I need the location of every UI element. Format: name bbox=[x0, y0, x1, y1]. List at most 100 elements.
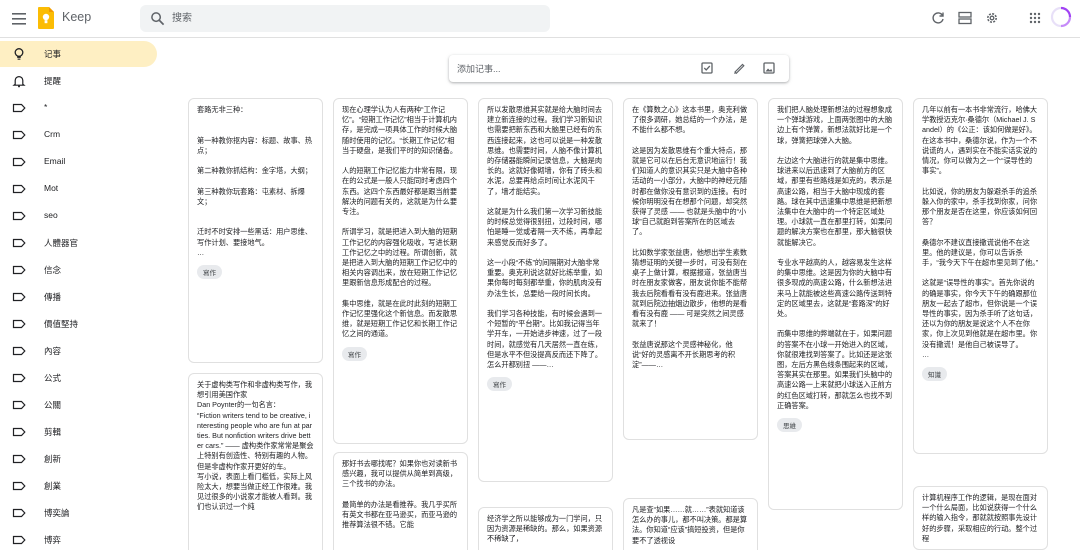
sidebar-item-label: 公式 bbox=[44, 373, 62, 383]
lightbulb-icon bbox=[14, 48, 24, 60]
sidebar-item-label: 價值堅持 bbox=[44, 319, 79, 329]
take-note-bar[interactable] bbox=[449, 55, 789, 82]
profile-avatar[interactable] bbox=[1050, 6, 1072, 28]
settings-button[interactable] bbox=[982, 8, 1002, 28]
label-icon bbox=[12, 400, 26, 410]
sidebar-item-label-innovation[interactable]: 創新 bbox=[0, 446, 157, 472]
note-label-chip[interactable]: 知識 bbox=[922, 367, 947, 382]
apps-button[interactable] bbox=[1025, 8, 1045, 28]
label-icon bbox=[12, 130, 26, 140]
sidebar-item-label: Crm bbox=[44, 129, 61, 139]
sidebar-item-reminders[interactable]: 提醒 bbox=[0, 68, 157, 94]
note-body: 关于虚构类写作和非虚构类写作，我想引用美国作家 Dan Poynter的一句名言… bbox=[197, 380, 314, 512]
label-icon bbox=[12, 184, 26, 194]
note-body: 那好书去哪找呢？如果你也对读新书感兴趣，我可以提供从简单到高级，三个找书的办法。… bbox=[342, 459, 458, 530]
sidebar-item-label: 记事 bbox=[44, 49, 62, 59]
sidebar-item-label-game-theory[interactable]: 博奕論 bbox=[0, 500, 157, 526]
sidebar-item-label-belief[interactable]: 信念 bbox=[0, 257, 157, 283]
note-label-chip[interactable]: 寫作 bbox=[487, 377, 512, 392]
label-icon bbox=[12, 211, 26, 221]
refresh-icon bbox=[932, 12, 944, 24]
search-input[interactable] bbox=[172, 9, 532, 28]
sidebar: 记事 提醒 * Crm Email Mot seo 人體器官 信念 傳播 價值堅… bbox=[0, 39, 165, 550]
note-body: 经济学之所以能够成为一门学问，只因为资源是稀缺的。那么，如果资源不稀缺了， bbox=[487, 514, 603, 544]
note-label-chip[interactable]: 寫作 bbox=[342, 346, 367, 361]
take-note-input[interactable] bbox=[457, 61, 677, 76]
note-body: 凡是查“如果……就……”表就知道该怎么办的事儿，都不叫决策。都是算法。你知道“应… bbox=[632, 505, 748, 545]
note-body: 所以发散思维其实就是给大脑时间去建立新连接的过程。我们学习新知识也需要把新东西和… bbox=[487, 105, 603, 370]
note-label-chip[interactable]: 寫作 bbox=[197, 265, 222, 280]
list-view-icon bbox=[958, 11, 972, 25]
note-card[interactable]: 经济学之所以能够成为一门学问，只因为资源是稀缺的。那么，如果资源不稀缺了， bbox=[478, 507, 613, 550]
sidebar-item-label-organs[interactable]: 人體器官 bbox=[0, 230, 157, 256]
brush-icon[interactable] bbox=[732, 61, 746, 75]
sidebar-item-label: 剪輯 bbox=[44, 427, 62, 437]
sidebar-item-label-mot[interactable]: Mot bbox=[0, 176, 157, 202]
note-card[interactable]: 所以发散思维其实就是给大脑时间去建立新连接的过程。我们学习新知识也需要把新东西和… bbox=[478, 98, 613, 482]
apps-grid-icon bbox=[1029, 12, 1041, 24]
label-icon bbox=[12, 157, 26, 167]
sidebar-item-label: 創業 bbox=[44, 481, 62, 491]
note-body: 我们把人脑处理新想法的过程想象成一个弹球游戏，上面两张图中的大脑边上有个弹簧，新… bbox=[777, 105, 893, 410]
label-icon bbox=[12, 454, 26, 464]
sidebar-item-label: 博奕論 bbox=[44, 508, 70, 518]
sidebar-item-label-startup[interactable]: 創業 bbox=[0, 473, 157, 499]
sidebar-item-label-spread[interactable]: 傳播 bbox=[0, 284, 157, 310]
list-view-button[interactable] bbox=[955, 8, 975, 28]
note-card[interactable]: 几年以前有一本书非常流行，哈佛大学教授迈克尔·桑德尔（Michael J. Sa… bbox=[913, 98, 1048, 454]
sidebar-item-label-email[interactable]: Email bbox=[0, 149, 157, 175]
sidebar-item-label: 內容 bbox=[44, 346, 62, 356]
image-icon[interactable] bbox=[762, 61, 776, 75]
search-icon[interactable] bbox=[150, 11, 165, 26]
note-card[interactable]: 那好书去哪找呢？如果你也对读新书感兴趣，我可以提供从简单到高级，三个找书的办法。… bbox=[333, 452, 468, 550]
note-label-chip[interactable]: 思維 bbox=[777, 418, 802, 433]
sidebar-item-label-seo[interactable]: seo bbox=[0, 203, 157, 229]
sidebar-item-label-star[interactable]: * bbox=[0, 95, 157, 121]
sidebar-item-label: 創新 bbox=[44, 454, 62, 464]
label-icon bbox=[12, 373, 26, 383]
menu-icon bbox=[12, 13, 26, 25]
label-icon bbox=[12, 481, 26, 491]
refresh-button[interactable] bbox=[928, 8, 948, 28]
note-card[interactable]: 计算机程序工作的逻辑，是现在面对一个什么局面，比如说获得一个什么样的输入指令，那… bbox=[913, 486, 1048, 550]
sidebar-item-label-pr[interactable]: 公關 bbox=[0, 392, 157, 418]
sidebar-item-label-formula[interactable]: 公式 bbox=[0, 365, 157, 391]
note-card[interactable]: 我们把人脑处理新想法的过程想象成一个弹球游戏，上面两张图中的大脑边上有个弹簧，新… bbox=[768, 98, 903, 510]
app-name: Keep bbox=[62, 10, 92, 24]
sidebar-item-label: 信念 bbox=[44, 265, 62, 275]
checkbox-icon[interactable] bbox=[700, 61, 714, 75]
note-body: 现在心理学认为人有两种“工作记忆”。“短期工作记忆”相当于计算机内存，是完成一项… bbox=[342, 105, 458, 339]
note-body: 几年以前有一本书非常流行，哈佛大学教授迈克尔·桑德尔（Michael J. Sa… bbox=[922, 105, 1039, 359]
label-icon bbox=[12, 319, 26, 329]
label-icon bbox=[12, 508, 26, 518]
note-body: 计算机程序工作的逻辑，是现在面对一个什么局面，比如说获得一个什么样的输入指令，那… bbox=[922, 493, 1038, 543]
sidebar-item-label: Mot bbox=[44, 183, 59, 193]
sidebar-item-label: 人體器官 bbox=[44, 238, 79, 248]
note-card[interactable]: 现在心理学认为人有两种“工作记忆”。“短期工作记忆”相当于计算机内存，是完成一项… bbox=[333, 98, 468, 444]
sidebar-item-label: 公關 bbox=[44, 400, 62, 410]
sidebar-item-label-values[interactable]: 價值堅持 bbox=[0, 311, 157, 337]
note-card[interactable]: 在《算数之心》这本书里，奥克利做了很多调研，她总结的一个办法，是不能什么都不想。… bbox=[623, 98, 758, 440]
sidebar-item-label-content[interactable]: 內容 bbox=[0, 338, 157, 364]
search-bar[interactable] bbox=[140, 5, 550, 32]
sidebar-item-label: seo bbox=[44, 210, 58, 220]
note-body: 在《算数之心》这本书里，奥克利做了很多调研，她总结的一个办法，是不能什么都不想。… bbox=[632, 105, 748, 370]
sidebar-item-label: 博弈 bbox=[44, 535, 62, 545]
bell-icon bbox=[12, 76, 26, 88]
label-icon bbox=[12, 346, 26, 356]
label-icon bbox=[12, 103, 26, 113]
sidebar-item-label: 提醒 bbox=[44, 76, 62, 86]
sidebar-item-label-editing[interactable]: 剪輯 bbox=[0, 419, 157, 445]
settings-icon bbox=[987, 13, 997, 23]
sidebar-item-label: * bbox=[44, 102, 48, 112]
sidebar-item-label: Email bbox=[44, 156, 66, 166]
note-card[interactable]: 关于虚构类写作和非虚构类写作，我想引用美国作家 Dan Poynter的一句名言… bbox=[188, 373, 323, 550]
sidebar-item-notes[interactable]: 记事 bbox=[0, 41, 157, 67]
main-menu-button[interactable] bbox=[8, 8, 30, 30]
sidebar-item-label-crm[interactable]: Crm bbox=[0, 122, 157, 148]
note-card[interactable]: 凡是查“如果……就……”表就知道该怎么办的事儿，都不叫决策。都是算法。你知道“应… bbox=[623, 498, 758, 550]
label-icon bbox=[12, 292, 26, 302]
note-card[interactable]: 套路无非三种： 第一种教你抠内容：标题、故事、热点； 第二种教你抓结构：金字塔，… bbox=[188, 98, 323, 363]
keep-logo[interactable] bbox=[38, 7, 54, 29]
sidebar-item-label-game[interactable]: 博弈 bbox=[0, 527, 157, 550]
